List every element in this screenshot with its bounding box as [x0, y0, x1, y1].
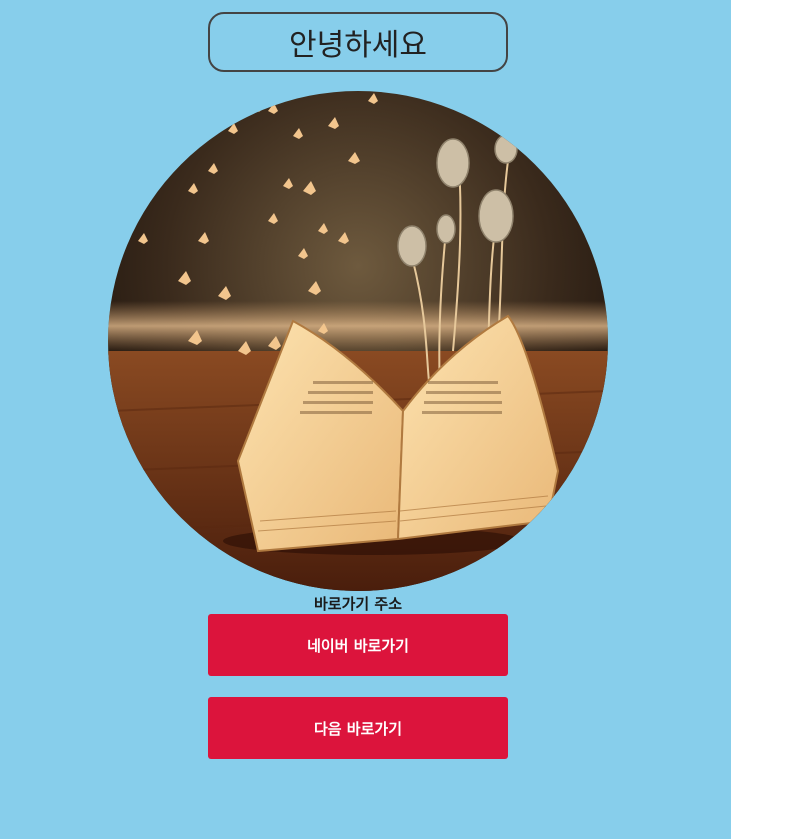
page-title: 안녕하세요: [208, 12, 508, 72]
naver-link-label: 네이버 바로가기: [307, 636, 409, 655]
page-background: 안녕하세요 바로가기 주소 네이버 바로가기 다음 바로가기: [0, 0, 731, 839]
naver-link-button[interactable]: 네이버 바로가기: [208, 614, 508, 676]
links-heading: 바로가기 주소: [313, 595, 403, 613]
book-illustration: [108, 91, 608, 591]
page-title-text: 안녕하세요: [289, 28, 427, 63]
hero-image-book: [108, 91, 608, 591]
daum-link-button[interactable]: 다음 바로가기: [208, 697, 508, 759]
daum-link-label: 다음 바로가기: [313, 719, 403, 738]
